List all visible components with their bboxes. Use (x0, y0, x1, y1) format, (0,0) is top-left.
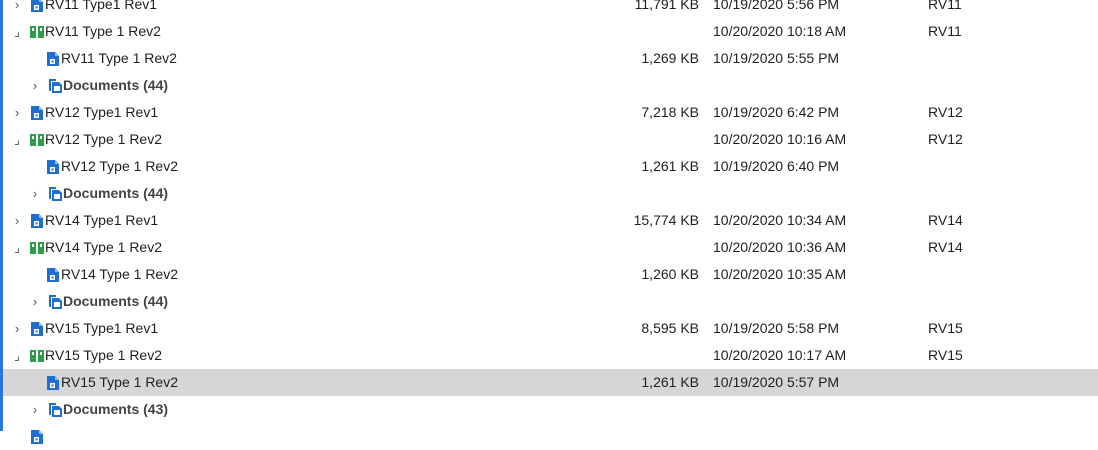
file-name: RV14 Type1 Rev1 (45, 212, 159, 228)
document-icon (29, 429, 45, 445)
file-row[interactable]: › RV12 Type1 Rev1 7,218 KB 10/19/2020 6:42 … (3, 99, 1098, 126)
document-set-icon (29, 132, 45, 148)
document-set-row[interactable]: ⌟ RV11 Type 1 Rev2 10/20/2020 10:18 AM RV11 (3, 18, 1098, 45)
file-size: 1,261 KB (641, 374, 699, 390)
file-row[interactable]: › RV14 Type1 Rev1 15,774 KB 10/20/2020 10:3… (3, 207, 1098, 234)
type-value: RV12 (928, 104, 963, 120)
documents-label: Documents (43) (63, 401, 169, 417)
document-set-icon (29, 240, 45, 256)
file-size: 15,774 KB (633, 212, 699, 228)
chevron-expanded-icon[interactable]: ⌟ (11, 18, 23, 45)
modified-date: 10/19/2020 5:58 PM (713, 320, 840, 336)
file-size: 1,260 KB (641, 266, 699, 282)
documents-folder-row[interactable]: › Documents (44) (3, 288, 1098, 315)
file-row[interactable]: RV12 Type 1 Rev2 1,261 KB 10/19/2020 6:40 … (3, 153, 1098, 180)
documents-icon (47, 294, 63, 310)
documents-folder-row[interactable]: › Documents (43) (3, 396, 1098, 423)
documents-icon (47, 78, 63, 94)
document-icon (45, 375, 61, 391)
documents-label: Documents (44) (63, 293, 169, 309)
modified-date: 10/20/2020 10:18 AM (713, 23, 847, 39)
type-value: RV14 (928, 239, 963, 255)
modified-date: 10/20/2020 10:35 AM (713, 266, 847, 282)
file-name: RV11 Type1 Rev1 (45, 0, 158, 12)
document-icon (29, 321, 45, 337)
type-value: RV15 (928, 320, 963, 336)
file-name: RV15 Type 1 Rev2 (45, 347, 163, 363)
chevron-right-icon[interactable]: › (11, 0, 23, 18)
modified-date: 10/20/2020 10:17 AM (713, 347, 847, 363)
file-name: RV14 Type 1 Rev2 (61, 266, 179, 282)
document-set-icon (29, 24, 45, 40)
document-set-row[interactable]: ⌟ RV15 Type 1 Rev2 10/20/2020 10:17 AM RV15 (3, 342, 1098, 369)
type-value: RV12 (928, 131, 963, 147)
modified-date: 10/19/2020 6:40 PM (713, 158, 840, 174)
documents-label: Documents (44) (63, 185, 169, 201)
file-name: RV11 Type 1 Rev2 (45, 23, 161, 39)
document-icon (29, 0, 45, 13)
chevron-right-icon[interactable]: › (29, 180, 41, 207)
chevron-expanded-icon[interactable]: ⌟ (11, 126, 23, 153)
file-row[interactable]: › RV15 Type1 Rev1 8,595 KB 10/19/2020 5:58 … (3, 315, 1098, 342)
chevron-right-icon[interactable]: › (11, 315, 23, 342)
document-icon (29, 213, 45, 229)
file-size: 11,791 KB (634, 0, 699, 12)
modified-date: 10/19/2020 5:55 PM (713, 50, 840, 66)
chevron-right-icon[interactable]: › (11, 99, 23, 126)
document-icon (29, 105, 45, 121)
file-row[interactable] (3, 423, 1098, 450)
file-row[interactable]: RV11 Type 1 Rev2 1,269 KB 10/19/2020 5:55 … (3, 45, 1098, 72)
file-size: 1,269 KB (641, 50, 699, 66)
document-icon (45, 51, 61, 67)
type-value: RV11 (928, 23, 962, 39)
documents-folder-row[interactable]: › Documents (44) (3, 180, 1098, 207)
type-value: RV15 (928, 347, 963, 363)
file-size: 7,218 KB (641, 104, 699, 120)
documents-label: Documents (44) (63, 77, 169, 93)
document-set-icon (29, 348, 45, 364)
type-value: RV11 (928, 0, 962, 12)
file-size: 1,261 KB (641, 158, 699, 174)
file-name: RV14 Type 1 Rev2 (45, 239, 163, 255)
file-name: RV11 Type 1 Rev2 (61, 50, 177, 66)
type-value: RV14 (928, 212, 963, 228)
modified-date: 10/19/2020 5:56 PM (713, 0, 840, 12)
chevron-right-icon[interactable]: › (29, 72, 41, 99)
modified-date: 10/20/2020 10:16 AM (713, 131, 847, 147)
file-row[interactable]: RV14 Type 1 Rev2 1,260 KB 10/20/2020 10:35… (3, 261, 1098, 288)
modified-date: 10/20/2020 10:34 AM (713, 212, 847, 228)
file-list: › RV11 Type1 Rev1 11,791 KB 10/19/2020 5:56… (3, 0, 1098, 450)
file-name: RV15 Type 1 Rev2 (61, 374, 179, 390)
modified-date: 10/19/2020 6:42 PM (713, 104, 840, 120)
documents-folder-row[interactable]: › Documents (44) (3, 72, 1098, 99)
file-size: 8,595 KB (641, 320, 699, 336)
document-set-row[interactable]: ⌟ RV12 Type 1 Rev2 10/20/2020 10:16 AM RV12 (3, 126, 1098, 153)
chevron-right-icon[interactable]: › (29, 288, 41, 315)
file-row[interactable]: RV15 Type 1 Rev2 1,261 KB 10/19/2020 5:57 … (3, 369, 1098, 396)
documents-icon (47, 186, 63, 202)
document-icon (45, 159, 61, 175)
chevron-expanded-icon[interactable]: ⌟ (11, 342, 23, 369)
modified-date: 10/20/2020 10:36 AM (713, 239, 847, 255)
chevron-right-icon[interactable]: › (29, 396, 41, 423)
file-name: RV12 Type 1 Rev2 (45, 131, 163, 147)
document-icon (45, 267, 61, 283)
documents-icon (47, 402, 63, 418)
file-name: RV15 Type1 Rev1 (45, 320, 159, 336)
file-name: RV12 Type1 Rev1 (45, 104, 159, 120)
document-set-row[interactable]: ⌟ RV14 Type 1 Rev2 10/20/2020 10:36 AM RV14 (3, 234, 1098, 261)
file-row[interactable]: › RV11 Type1 Rev1 11,791 KB 10/19/2020 5:56… (3, 0, 1098, 18)
modified-date: 10/19/2020 5:57 PM (713, 374, 840, 390)
chevron-right-icon[interactable]: › (11, 207, 23, 234)
chevron-expanded-icon[interactable]: ⌟ (11, 234, 23, 261)
file-name: RV12 Type 1 Rev2 (61, 158, 179, 174)
